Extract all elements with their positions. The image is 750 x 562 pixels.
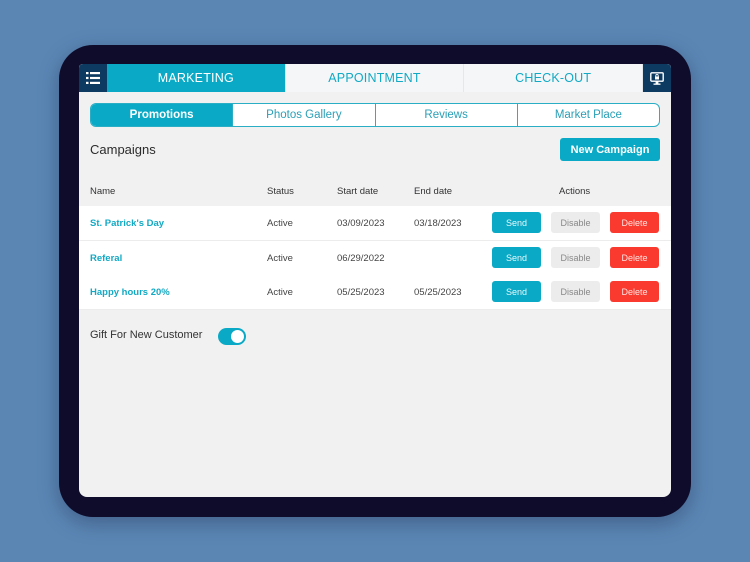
menu-button[interactable] [79,64,107,92]
column-name: Name [90,186,116,197]
column-status: Status [267,186,294,197]
campaign-name-link[interactable]: Happy hours 20% [90,287,170,298]
gift-new-customer-label: Gift For New Customer [90,329,203,341]
segment-photos-gallery[interactable]: Photos Gallery [233,104,376,126]
table-row: Referal Active 06/29/2022 Send Disable D… [79,241,671,276]
app-screen: MARKETING APPOINTMENT CHECK-OUT Promotio… [79,64,671,497]
table-row: Happy hours 20% Active 05/25/2023 05/25/… [79,275,671,310]
table-row: St. Patrick's Day Active 03/09/2023 03/1… [79,206,671,241]
section-segmented-control: Promotions Photos Gallery Reviews Market… [90,103,660,127]
column-start-date: Start date [337,186,379,197]
send-button[interactable]: Send [492,212,541,233]
column-end-date: End date [414,186,453,197]
send-button[interactable]: Send [492,281,541,302]
segment-promotions[interactable]: Promotions [91,104,234,126]
monitor-lock-icon [650,71,664,85]
gift-new-customer-toggle[interactable] [218,328,246,345]
segment-market-place[interactable]: Market Place [518,104,659,126]
campaign-status: Active [267,218,293,229]
tab-check-out[interactable]: CHECK-OUT [464,64,644,92]
campaign-end-date: 05/25/2023 [414,287,462,298]
delete-button[interactable]: Delete [610,247,659,268]
campaign-status: Active [267,253,293,264]
table-header: Name Status Start date End date Actions [79,182,671,202]
disable-button[interactable]: Disable [551,281,600,302]
campaigns-heading: Campaigns [90,142,156,157]
campaign-status: Active [267,287,293,298]
campaign-name-link[interactable]: St. Patrick's Day [90,218,164,229]
delete-button[interactable]: Delete [610,212,659,233]
delete-button[interactable]: Delete [610,281,659,302]
top-navigation: MARKETING APPOINTMENT CHECK-OUT [79,64,671,92]
tab-appointment[interactable]: APPOINTMENT [286,64,465,92]
toggle-knob [231,330,244,343]
campaign-end-date: 03/18/2023 [414,218,462,229]
tab-marketing[interactable]: MARKETING [107,64,286,92]
lock-screen-button[interactable] [643,64,671,92]
segment-reviews[interactable]: Reviews [376,104,518,126]
column-actions: Actions [559,186,591,197]
send-button[interactable]: Send [492,247,541,268]
list-icon [86,72,100,84]
campaign-start-date: 06/29/2022 [337,253,385,264]
campaign-start-date: 05/25/2023 [337,287,385,298]
disable-button[interactable]: Disable [551,212,600,233]
campaign-start-date: 03/09/2023 [337,218,385,229]
campaign-name-link[interactable]: Referal [90,253,122,264]
disable-button[interactable]: Disable [551,247,600,268]
new-campaign-button[interactable]: New Campaign [560,138,660,161]
